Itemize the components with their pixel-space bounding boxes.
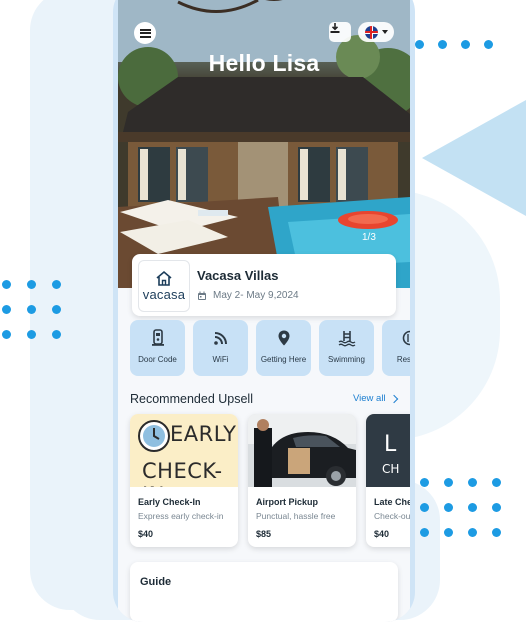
upsell-image: L CH <box>366 414 410 487</box>
menu-button[interactable] <box>134 22 156 44</box>
upsell-image <box>248 414 356 487</box>
upsell-title: Early Check-In <box>138 497 201 507</box>
stay-dates-text: May 2- May 9,2024 <box>213 290 299 301</box>
wifi-icon <box>213 332 227 345</box>
map-pin-icon <box>278 330 289 346</box>
house-icon <box>156 270 172 286</box>
villa-illustration <box>118 0 410 288</box>
tile-swimming[interactable]: Swimming <box>319 320 374 376</box>
chevron-down-icon <box>381 30 388 34</box>
upsell-card-airport-pickup[interactable]: Airport Pickup Punctual, hassle free $85 <box>248 414 356 547</box>
tile-label: Door Code <box>138 355 177 364</box>
decorative-dots <box>420 478 501 537</box>
upsell-price: $85 <box>256 529 272 539</box>
chevron-right-icon <box>389 394 398 403</box>
decorative-triangle <box>422 100 526 216</box>
tile-label: Swimming <box>328 355 365 364</box>
tile-label: Restau <box>396 355 410 364</box>
car-illustration <box>248 414 356 487</box>
download-button[interactable] <box>329 22 351 42</box>
decorative-dots <box>415 40 493 49</box>
property-logo: vacasa <box>138 260 190 312</box>
tile-label: WiFi <box>212 355 229 364</box>
phone-frame: Hello Lisa 1/3 vacasa Vacasa Villas May … <box>113 0 415 622</box>
greeting-title: Hello Lisa <box>208 50 320 76</box>
view-all-link[interactable]: View all <box>353 393 398 404</box>
language-selector[interactable] <box>358 22 394 42</box>
stay-dates: May 2- May 9,2024 <box>197 290 299 301</box>
tile-wifi[interactable]: WiFi <box>193 320 248 376</box>
upsell-title: Airport Pickup <box>256 497 319 507</box>
clock-icon <box>138 420 170 452</box>
app-screen: Hello Lisa 1/3 vacasa Vacasa Villas May … <box>118 0 410 622</box>
property-card[interactable]: vacasa Vacasa Villas May 2- May 9,2024 <box>132 254 396 316</box>
property-name: Vacasa Villas <box>197 268 279 283</box>
guide-title: Guide <box>140 576 172 588</box>
door-lock-icon <box>151 329 164 346</box>
section-title: Recommended Upsell <box>130 392 253 406</box>
decorative-dots <box>2 280 61 339</box>
uk-flag-icon <box>364 25 378 39</box>
download-icon <box>330 23 340 33</box>
logo-wordmark: vacasa <box>142 287 186 302</box>
tile-getting-here[interactable]: Getting Here <box>256 320 311 376</box>
tile-door-code[interactable]: Door Code <box>130 320 185 376</box>
tile-label: Getting Here <box>260 355 307 364</box>
upsell-image-text: EARLY <box>170 422 237 446</box>
restaurant-icon <box>402 330 410 346</box>
upsell-description: Punctual, hassle free <box>256 511 336 521</box>
calendar-icon <box>198 291 206 300</box>
upsell-price: $40 <box>138 529 154 539</box>
view-all-label: View all <box>353 393 386 404</box>
upsell-card-early-check-in[interactable]: EARLY CHECK-IN Early Check-In Express ea… <box>130 414 238 547</box>
tile-restaurant[interactable]: Restau <box>382 320 410 376</box>
upsell-image-text: CHECK-IN <box>142 459 223 487</box>
upsell-card-late-check-out[interactable]: L CH Late Che Check-ou $40 <box>366 414 410 547</box>
upsell-description: Express early check-in <box>138 511 224 521</box>
hamburger-icon <box>139 28 151 38</box>
upsell-title: Late Che <box>374 497 410 507</box>
quick-actions: Door Code WiFi Getting Here Swimming Res <box>130 320 410 376</box>
upsell-image: EARLY CHECK-IN <box>130 414 238 487</box>
upsell-image-text: CH <box>382 462 400 476</box>
carousel-pager: 1/3 <box>362 232 376 243</box>
upsell-description: Check-ou <box>374 511 410 521</box>
upsell-image-text: L <box>384 432 397 457</box>
swimming-icon <box>338 331 355 347</box>
guide-card[interactable]: Guide <box>130 562 398 622</box>
hero-image[interactable]: Hello Lisa 1/3 <box>118 0 410 288</box>
upsell-price: $40 <box>374 529 390 539</box>
